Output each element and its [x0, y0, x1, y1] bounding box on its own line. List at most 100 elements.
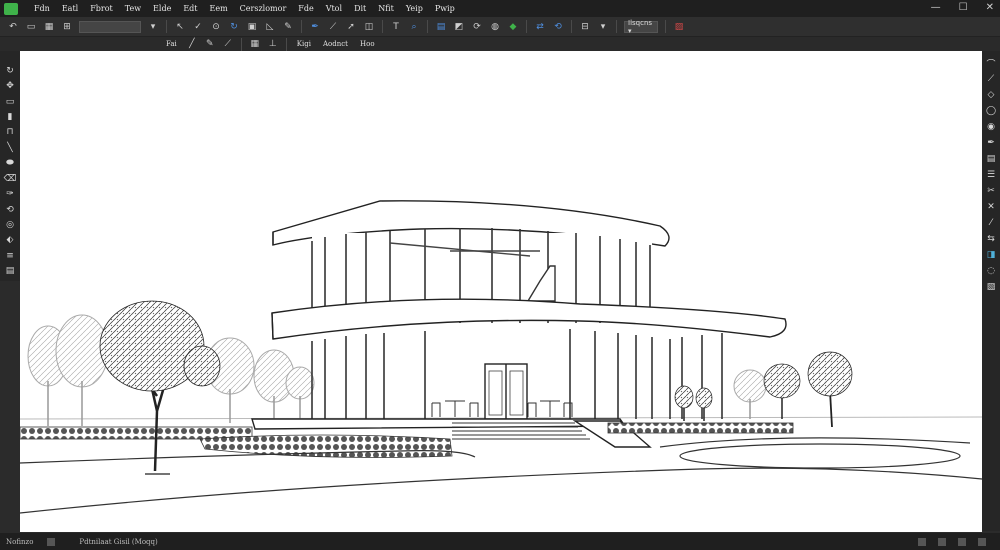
menu-item[interactable]: Fbrot: [84, 4, 119, 13]
minimize-icon[interactable]: —: [931, 2, 941, 13]
refresh-icon[interactable]: ↻: [228, 21, 240, 33]
pen-tool-icon[interactable]: ✒: [985, 137, 997, 149]
move-tool-icon[interactable]: ✥: [4, 80, 16, 91]
pen-icon[interactable]: ✒: [309, 21, 321, 33]
undo-icon[interactable]: ↶: [7, 21, 19, 33]
menu-item[interactable]: Nfit: [372, 4, 400, 13]
line-tool-icon[interactable]: ╲: [4, 142, 16, 153]
pin-icon[interactable]: ⊥: [267, 38, 279, 50]
menu-item[interactable]: Edt: [177, 4, 203, 13]
flip-tool-icon[interactable]: ⇆: [985, 233, 997, 245]
line-icon[interactable]: ╱: [186, 38, 198, 50]
tape-tool-icon[interactable]: ≡: [4, 250, 16, 261]
hatch-tool-icon[interactable]: ▧: [985, 281, 997, 293]
section-tool-icon[interactable]: ⬖: [4, 235, 16, 246]
status-message: Pdtnilaat Gisil (Moqq): [79, 537, 158, 546]
pencil-icon[interactable]: ✎: [204, 38, 216, 50]
dimension-icon[interactable]: ⊞: [61, 21, 73, 33]
status-bar: Nofinzo Pdtnilaat Gisil (Moqq): [0, 533, 1000, 550]
menu-item[interactable]: Pwip: [429, 4, 461, 13]
status-control-icon[interactable]: [978, 537, 986, 546]
rotate-icon[interactable]: ⟳: [471, 21, 483, 33]
model-info-icon[interactable]: ◨: [985, 249, 997, 261]
drawing-canvas[interactable]: [20, 51, 982, 532]
push-pull-tool-icon[interactable]: ▮: [4, 111, 16, 122]
draw-icon[interactable]: ⟋: [222, 38, 234, 50]
share-icon[interactable]: ⇄: [534, 21, 546, 33]
rectangle-tool-icon[interactable]: ▭: [4, 96, 16, 107]
list-tool-icon[interactable]: ☰: [985, 169, 997, 181]
right-tool-palette: ⌒ ⟋ ◇ ◯ ◉ ✒ ▤ ☰ ✂ ✕ ⁄ ⇆ ◨ ◌ ▧: [982, 51, 1000, 531]
panel-tool-icon[interactable]: ▤: [985, 153, 997, 165]
brush-tool-icon[interactable]: ✑: [4, 188, 16, 199]
offset-tool-icon[interactable]: ◎: [4, 219, 16, 230]
target-tool-icon[interactable]: ◉: [985, 121, 997, 133]
paste-tool-icon[interactable]: ▤: [4, 265, 16, 276]
status-control-icon[interactable]: [918, 537, 926, 546]
chevron-down-icon[interactable]: ▾: [147, 21, 159, 33]
menu-item[interactable]: Cerszlomor: [234, 4, 293, 13]
menu-item[interactable]: Dit: [348, 4, 372, 13]
folder-icon[interactable]: ▭: [25, 21, 37, 33]
paint-tool-icon[interactable]: ⬬: [4, 158, 16, 169]
zoom-icon[interactable]: ⌕: [408, 21, 420, 33]
check-icon[interactable]: ✓: [192, 21, 204, 33]
zoom-combo[interactable]: Ilsqcns ▾: [624, 19, 658, 35]
eraser-tool-icon[interactable]: ⌫: [4, 173, 17, 184]
menu-item[interactable]: Fde: [292, 4, 319, 13]
layers-icon[interactable]: ◩: [453, 21, 465, 33]
menu-item[interactable]: Yeip: [400, 4, 429, 13]
left-tool-palette: ↻ ✥ ▭ ▮ ⊓ ╲ ⬬ ⌫ ✑ ⟲ ◎ ⬖ ≡ ▤: [0, 51, 20, 281]
toolbar-label[interactable]: Fai: [166, 40, 177, 48]
curve-tool-icon[interactable]: ⌒: [985, 57, 997, 70]
grid-icon[interactable]: ▦: [43, 21, 55, 33]
menu-item[interactable]: Fdn: [28, 4, 56, 13]
toolbar-label[interactable]: Hoo: [360, 40, 375, 48]
text-icon[interactable]: T: [390, 21, 402, 33]
layer-combo[interactable]: [79, 20, 141, 33]
measure-icon[interactable]: ◺: [264, 21, 276, 33]
status-control-icon[interactable]: [938, 537, 946, 546]
frame-icon[interactable]: ▣: [246, 21, 258, 33]
rotate-tool-icon[interactable]: ⟲: [4, 204, 16, 215]
orbit-tool-icon[interactable]: ↻: [4, 65, 16, 76]
menu-item[interactable]: Eatl: [56, 4, 84, 13]
status-control-icon[interactable]: [958, 537, 966, 546]
secondary-toolbar: Fai ╱ ✎ ⟋ ▦ ⊥ Kigi Aodnct Hoo: [0, 37, 1000, 51]
measure-tool-icon[interactable]: ⊓: [4, 127, 16, 138]
menu-item[interactable]: Tew: [119, 4, 147, 13]
cut-tool-icon[interactable]: ✂: [985, 185, 997, 197]
menu-items: Fdn Eatl Fbrot Tew Elde Edt Eem Cerszlom…: [28, 4, 461, 13]
render-icon[interactable]: ◆: [507, 21, 519, 33]
split-icon[interactable]: ◫: [363, 21, 375, 33]
menu-item[interactable]: Elde: [147, 4, 177, 13]
pencil-icon[interactable]: ✎: [282, 21, 294, 33]
wand-tool-icon[interactable]: ⟋: [985, 73, 997, 85]
cross-tool-icon[interactable]: ✕: [985, 201, 997, 213]
extension-icon[interactable]: ▨: [673, 21, 685, 33]
toolbar-label[interactable]: Aodnct: [323, 40, 348, 48]
view-icon[interactable]: ▤: [435, 21, 447, 33]
brush-icon[interactable]: ⟋: [327, 21, 339, 33]
eraser-tool-icon[interactable]: ◇: [985, 89, 997, 101]
orbit-icon[interactable]: ⊙: [210, 21, 222, 33]
toolbar-separator: [571, 20, 572, 33]
status-text: Nofinzo: [6, 537, 34, 546]
palette-tool-icon[interactable]: ◌: [985, 265, 997, 277]
sync-icon[interactable]: ⟲: [552, 21, 564, 33]
menu-item[interactable]: Eem: [204, 4, 234, 13]
select-icon[interactable]: ↖: [174, 21, 186, 33]
maximize-icon[interactable]: ☐: [959, 2, 968, 13]
dimension-tool-icon[interactable]: ⊟: [579, 21, 591, 33]
circle-tool-icon[interactable]: ◯: [985, 105, 997, 117]
globe-icon[interactable]: ◍: [489, 21, 501, 33]
chevron-down-icon[interactable]: ▾: [597, 21, 609, 33]
close-icon[interactable]: ✕: [986, 2, 994, 13]
menu-item[interactable]: Vtol: [320, 4, 348, 13]
arrow-icon[interactable]: ➚: [345, 21, 357, 33]
slash-tool-icon[interactable]: ⁄: [985, 217, 997, 229]
building: [251, 200, 787, 448]
toolbar-separator: [285, 37, 287, 51]
grid-icon[interactable]: ▦: [249, 38, 261, 50]
toolbar-label[interactable]: Kigi: [297, 40, 311, 48]
